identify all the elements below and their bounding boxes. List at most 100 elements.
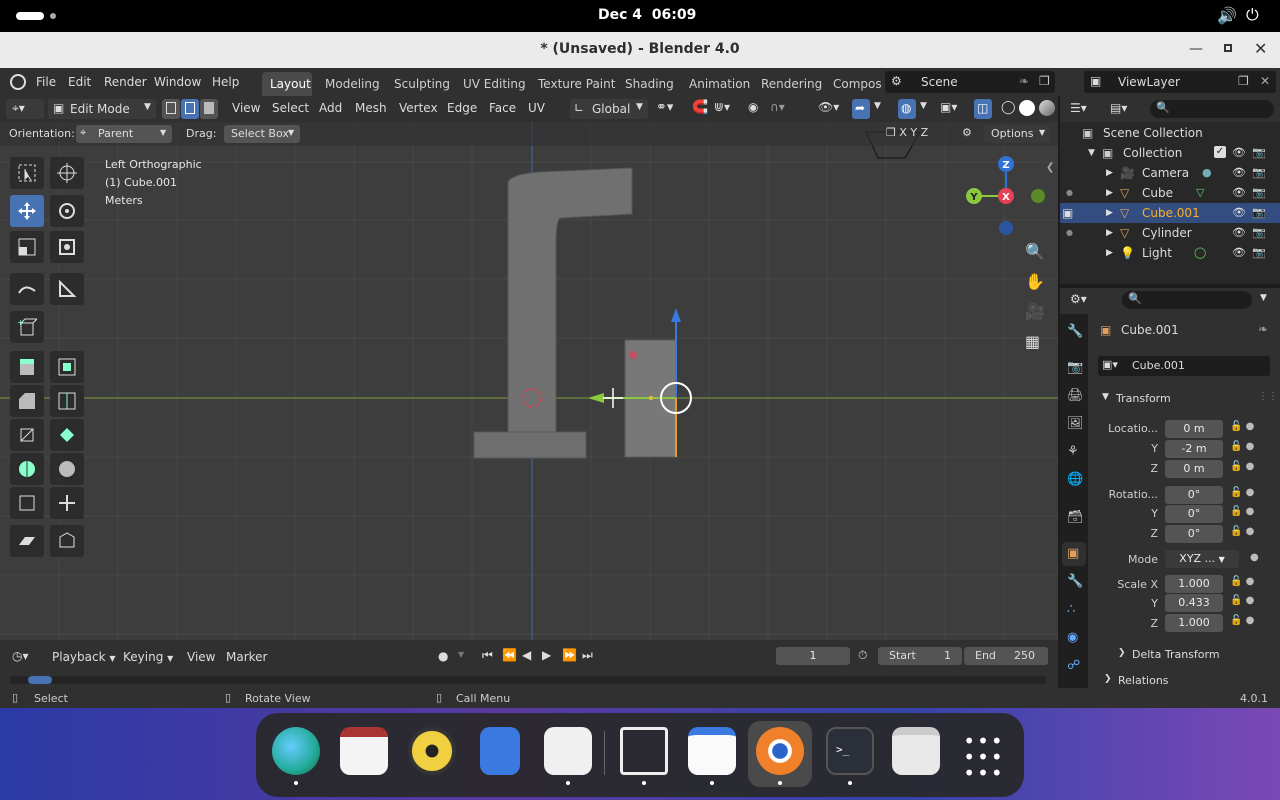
scene-tab-icon[interactable]: ⚘ <box>1067 444 1079 459</box>
knife-tool[interactable] <box>10 419 44 451</box>
xray-toggle[interactable]: ◫ <box>974 99 992 119</box>
camera-view-icon[interactable]: 🎥 <box>1025 302 1045 321</box>
outliner-item-cube-001[interactable]: ▣ ▶ ▽ Cube.001 👁 📷 <box>1060 203 1280 223</box>
mode-selector[interactable]: ▣ Edit Mode ▼ <box>48 99 156 119</box>
menu-edge[interactable]: Edge <box>447 101 477 115</box>
proportional-edit-icon[interactable]: ◉ <box>748 100 758 114</box>
falloff-icon[interactable]: ∩▾ <box>770 100 785 114</box>
outliner-item-cube[interactable]: ● ▶ ▽ Cube ▽ 👁 📷 <box>1060 183 1280 203</box>
view-layer-selector[interactable]: ▣ ViewLayer ❐ ✕ <box>1084 71 1276 93</box>
software-center-icon[interactable] <box>544 727 592 775</box>
camera-render-icon[interactable]: 📷 <box>1252 226 1266 239</box>
tab-rendering[interactable]: Rendering <box>761 77 822 91</box>
terminal-icon[interactable]: >_ <box>826 727 874 775</box>
play-icon[interactable]: ▶ <box>542 648 551 662</box>
outliner-search-input[interactable]: 🔍 <box>1150 100 1274 118</box>
menu-view[interactable]: View <box>232 101 260 115</box>
eye-icon[interactable]: 👁 <box>1232 246 1246 259</box>
annotate-tool[interactable] <box>10 273 44 305</box>
camera-render-icon[interactable]: 📷 <box>1252 146 1266 159</box>
scrubber-handle[interactable] <box>28 676 52 684</box>
outliner-filter-icon[interactable]: ▤▾ <box>1110 101 1127 115</box>
lock-icon[interactable]: 🔓 ● <box>1230 461 1254 472</box>
physics-tab-icon[interactable]: ◉ <box>1067 630 1078 645</box>
menu-select[interactable]: Select <box>272 101 309 115</box>
maximize-icon[interactable] <box>1224 44 1232 52</box>
browser-icon[interactable] <box>272 727 320 775</box>
jump-keyframe-forward-icon[interactable]: ⏩ <box>562 648 577 662</box>
timeline-editor-icon[interactable]: ◷▾ <box>12 649 29 663</box>
location-z-field[interactable]: 0 m <box>1165 460 1223 478</box>
scale-z-field[interactable]: 1.000 <box>1165 614 1223 632</box>
location-y-field[interactable]: -2 m <box>1165 440 1223 458</box>
menu-face[interactable]: Face <box>489 101 516 115</box>
transform-panel-header[interactable]: ▼ Transform ⋮⋮ <box>1096 388 1278 410</box>
particles-tab-icon[interactable]: ∴ <box>1067 602 1075 617</box>
vertex-select-button[interactable] <box>162 99 180 119</box>
overlay-toggle[interactable]: ◍ <box>898 99 916 119</box>
outliner-item-cylinder[interactable]: ● ▶ ▽ Cylinder 👁 📷 <box>1060 223 1280 243</box>
gizmo-toggle[interactable]: ➦ <box>852 99 870 119</box>
camera-render-icon[interactable]: 📷 <box>1252 246 1266 259</box>
outliner-editor-icon[interactable]: ☰▾ <box>1070 101 1087 115</box>
marker-menu[interactable]: Marker <box>226 650 267 664</box>
rotation-x-field[interactable]: 0° <box>1165 486 1223 504</box>
navigation-gizmo[interactable]: Z Y X <box>964 156 1050 238</box>
outliner-item-light[interactable]: ▶ 💡 Light ◯ 👁 📷 <box>1060 243 1280 263</box>
eye-icon[interactable]: 👁 <box>1232 146 1246 159</box>
wireframe-shading-icon[interactable]: ◯ <box>1001 100 1016 115</box>
lock-icon[interactable]: 🔓 ● <box>1230 421 1254 432</box>
blender-icon[interactable] <box>756 727 804 775</box>
editor-type-button[interactable]: ⌖▾ <box>6 99 44 119</box>
scale-x-field[interactable]: 1.000 <box>1165 575 1223 593</box>
modifier-tab-icon[interactable]: 🔧 <box>1067 574 1083 589</box>
extrude-tool[interactable] <box>10 351 44 383</box>
shear-tool[interactable] <box>10 525 44 557</box>
material-shading-icon[interactable] <box>1039 100 1055 116</box>
menu-window[interactable]: Window <box>154 75 201 89</box>
menu-help[interactable]: Help <box>212 75 239 89</box>
poly-build-tool[interactable] <box>50 419 84 451</box>
menu-add[interactable]: Add <box>319 101 342 115</box>
lock-icon[interactable]: 🔓 ● <box>1230 526 1254 537</box>
menu-file[interactable]: File <box>36 75 56 89</box>
3d-viewport[interactable]: Left Orthographic (1) Cube.001 Meters Z … <box>0 122 1058 640</box>
notes-icon[interactable] <box>480 727 520 775</box>
overlay-menu-icon[interactable]: ▼ <box>920 101 927 111</box>
menu-render[interactable]: Render <box>104 75 147 89</box>
object-name-field[interactable]: ▣▾ Cube.001 <box>1098 356 1270 376</box>
menu-mesh[interactable]: Mesh <box>355 101 387 115</box>
orientation-dropdown[interactable]: ⌖ Parent ▼ <box>76 125 172 143</box>
rotate-tool[interactable] <box>50 195 84 227</box>
keyframe-dot-icon[interactable]: ● <box>1250 552 1259 563</box>
jump-keyframe-back-icon[interactable]: ⏪ <box>502 648 517 662</box>
camera-render-icon[interactable]: 📷 <box>1252 166 1266 179</box>
lock-icon[interactable]: 🔓 ● <box>1230 595 1254 606</box>
power-icon[interactable]: ⏻ <box>1246 5 1259 25</box>
rotation-z-field[interactable]: 0° <box>1165 525 1223 543</box>
move-tool[interactable] <box>10 195 44 227</box>
eye-icon[interactable]: 👁 <box>1232 186 1246 199</box>
new-scene-icon[interactable]: ❐ <box>1039 74 1050 88</box>
sidebar-toggle-icon[interactable]: ❮ <box>1046 162 1054 173</box>
measure-tool[interactable] <box>50 273 84 305</box>
camera-render-icon[interactable]: 📷 <box>1252 186 1266 199</box>
new-view-layer-icon[interactable]: ❐ <box>1238 74 1249 88</box>
tab-modeling[interactable]: Modeling <box>325 77 380 91</box>
gizmo-menu-icon[interactable]: ▼ <box>874 101 881 111</box>
delta-transform-header[interactable]: ❯ Delta Transform <box>1110 646 1270 664</box>
snap-icon[interactable]: 🧲 <box>692 100 708 115</box>
visibility-icon[interactable]: 👁▾ <box>818 100 839 114</box>
eye-icon[interactable]: 👁 <box>1232 226 1246 239</box>
rip-tool[interactable] <box>50 525 84 557</box>
pin-icon[interactable]: ❧ <box>1019 74 1029 88</box>
bevel-tool[interactable] <box>10 385 44 417</box>
scale-tool[interactable] <box>10 231 44 263</box>
current-frame-field[interactable]: 1 <box>776 647 850 665</box>
constraints-tab-icon[interactable]: ☍ <box>1067 658 1080 673</box>
properties-editor-icon[interactable]: ⚙▾ <box>1070 292 1087 306</box>
menu-edit[interactable]: Edit <box>68 75 91 89</box>
start-frame-field[interactable]: Start 1 <box>878 647 962 665</box>
tab-layout[interactable]: Layout <box>270 77 311 91</box>
object-tab[interactable]: ▣ <box>1062 542 1086 566</box>
